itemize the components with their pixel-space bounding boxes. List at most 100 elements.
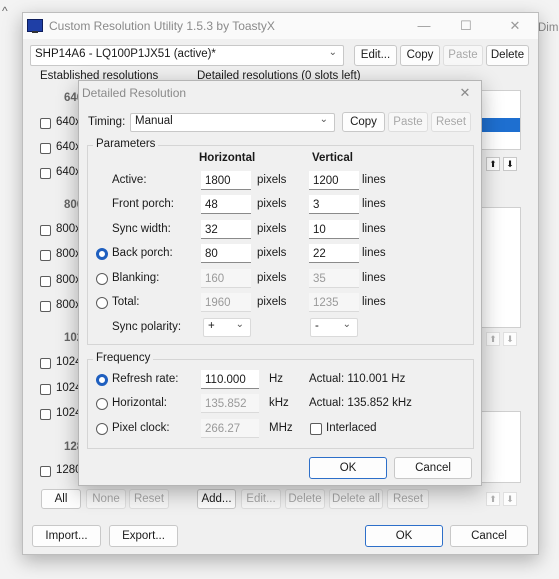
minimize-button[interactable]: — — [401, 13, 447, 39]
cancel-button[interactable]: Cancel — [450, 525, 528, 547]
select-all-button[interactable]: All — [41, 489, 81, 509]
established-checkbox[interactable] — [40, 118, 51, 129]
established-checkbox[interactable] — [40, 168, 51, 179]
move-up-icon[interactable]: ⬆ — [486, 332, 500, 346]
unit-label: lines — [362, 223, 386, 235]
blanking-horizontal-input[interactable]: 160 — [201, 269, 251, 288]
close-button[interactable]: ✕ — [492, 13, 538, 39]
refresh-rate-input[interactable]: 110.000 — [201, 370, 259, 389]
pixel-clock-radio[interactable] — [96, 423, 108, 435]
move-down-icon[interactable]: ⬇ — [503, 492, 517, 506]
monitor-app-icon — [27, 19, 43, 33]
active-horizontal-input[interactable]: 1800 — [201, 171, 251, 190]
main-titlebar: Custom Resolution Utility 1.5.3 by Toast… — [23, 13, 538, 39]
established-checkbox[interactable] — [40, 143, 51, 154]
established-checkbox[interactable] — [40, 276, 51, 287]
detailed-resolution-dialog: Detailed Resolution ✕ Timing: Manual ⌄ C… — [78, 80, 482, 486]
total-radio[interactable] — [96, 297, 108, 309]
copy-monitor-button[interactable]: Copy — [400, 45, 440, 66]
add-resolution-button[interactable]: Add... — [197, 489, 236, 509]
timing-label: Timing: — [88, 116, 126, 128]
interlaced-label: Interlaced — [326, 422, 377, 434]
monitor-select[interactable]: SHP14A6 - LQ100P1JX51 (active)* ⌄ — [30, 45, 344, 66]
unit-label: lines — [362, 296, 386, 308]
sync-width-vertical-input[interactable]: 10 — [309, 220, 359, 239]
move-down-icon[interactable]: ⬇ — [503, 157, 517, 171]
dialog-ok-button[interactable]: OK — [309, 457, 387, 479]
edit-resolution-button[interactable]: Edit... — [241, 489, 281, 509]
dialog-title: Detailed Resolution — [82, 86, 187, 100]
delete-resolution-button[interactable]: Delete — [285, 489, 325, 509]
unit-label: MHz — [269, 422, 293, 434]
monitor-select-value: SHP14A6 - LQ100P1JX51 (active)* — [35, 48, 216, 60]
background-caret: ^ — [2, 4, 8, 18]
interlaced-checkbox[interactable] — [310, 423, 322, 435]
move-down-icon[interactable]: ⬇ — [503, 332, 517, 346]
horizontal-frequency-radio[interactable] — [96, 398, 108, 410]
delete-monitor-button[interactable]: Delete — [486, 45, 529, 66]
unit-label: pixels — [257, 296, 287, 308]
front-porch-vertical-input[interactable]: 3 — [309, 195, 359, 214]
total-horizontal-input[interactable]: 1960 — [201, 293, 251, 312]
chevron-down-icon: ⌄ — [319, 114, 328, 125]
blanking-radio[interactable] — [96, 273, 108, 285]
back-porch-horizontal-input[interactable]: 80 — [201, 244, 251, 263]
reset-detailed-button[interactable]: Reset — [387, 489, 429, 509]
refresh-actual-text: Actual: 110.001 Hz — [309, 373, 406, 385]
horizontal-polarity-select[interactable]: + ⌄ — [203, 318, 251, 337]
established-checkbox[interactable] — [40, 409, 51, 420]
chevron-down-icon: ⌄ — [235, 319, 244, 330]
paste-monitor-button[interactable]: Paste — [443, 45, 483, 66]
move-up-icon[interactable]: ⬆ — [486, 492, 500, 506]
established-checkbox[interactable] — [40, 301, 51, 312]
established-checkbox[interactable] — [40, 466, 51, 477]
sync-polarity-label: Sync polarity: — [112, 321, 182, 333]
active-vertical-input[interactable]: 1200 — [309, 171, 359, 190]
timing-select[interactable]: Manual ⌄ — [130, 113, 335, 132]
established-checkbox[interactable] — [40, 250, 51, 261]
back-porch-vertical-input[interactable]: 22 — [309, 244, 359, 263]
main-window-title: Custom Resolution Utility 1.5.3 by Toast… — [49, 19, 275, 33]
timing-paste-button[interactable]: Paste — [388, 112, 428, 132]
import-button[interactable]: Import... — [32, 525, 101, 547]
reset-established-button[interactable]: Reset — [129, 489, 169, 509]
dialog-close-icon[interactable]: ✕ — [453, 83, 477, 103]
unit-label: lines — [362, 247, 386, 259]
sync-width-label: Sync width: — [112, 223, 171, 235]
vertical-polarity-value: - — [315, 320, 319, 332]
front-porch-horizontal-input[interactable]: 48 — [201, 195, 251, 214]
total-label: Total: — [112, 296, 140, 308]
established-checkbox[interactable] — [40, 384, 51, 395]
pixel-clock-input[interactable]: 266.27 — [201, 419, 259, 438]
back-porch-radio[interactable] — [96, 248, 108, 260]
unit-label: lines — [362, 198, 386, 210]
horizontal-polarity-value: + — [208, 320, 215, 332]
timing-reset-button[interactable]: Reset — [431, 112, 471, 132]
established-checkbox[interactable] — [40, 225, 51, 236]
parameters-group-label: Parameters — [93, 138, 159, 150]
blanking-vertical-input[interactable]: 35 — [309, 269, 359, 288]
unit-label: pixels — [257, 272, 287, 284]
total-vertical-input[interactable]: 1235 — [309, 293, 359, 312]
unit-label: pixels — [257, 174, 287, 186]
move-up-icon[interactable]: ⬆ — [486, 157, 500, 171]
active-label: Active: — [112, 174, 147, 186]
vertical-polarity-select[interactable]: - ⌄ — [310, 318, 358, 337]
timing-copy-button[interactable]: Copy — [342, 112, 385, 132]
unit-label: pixels — [257, 223, 287, 235]
dialog-cancel-button[interactable]: Cancel — [394, 457, 472, 479]
edit-monitor-button[interactable]: Edit... — [354, 45, 397, 66]
select-none-button[interactable]: None — [86, 489, 126, 509]
delete-all-button[interactable]: Delete all — [329, 489, 383, 509]
export-button[interactable]: Export... — [109, 525, 178, 547]
horizontal-frequency-input[interactable]: 135.852 — [201, 394, 259, 413]
chevron-down-icon: ⌄ — [342, 319, 351, 330]
sync-width-horizontal-input[interactable]: 32 — [201, 220, 251, 239]
ok-button[interactable]: OK — [365, 525, 443, 547]
horizontal-frequency-label: Horizontal: — [112, 397, 167, 409]
refresh-rate-label: Refresh rate: — [112, 373, 179, 385]
refresh-rate-radio[interactable] — [96, 374, 108, 386]
maximize-button[interactable]: ☐ — [443, 13, 489, 39]
timing-select-value: Manual — [135, 115, 173, 127]
established-checkbox[interactable] — [40, 358, 51, 369]
